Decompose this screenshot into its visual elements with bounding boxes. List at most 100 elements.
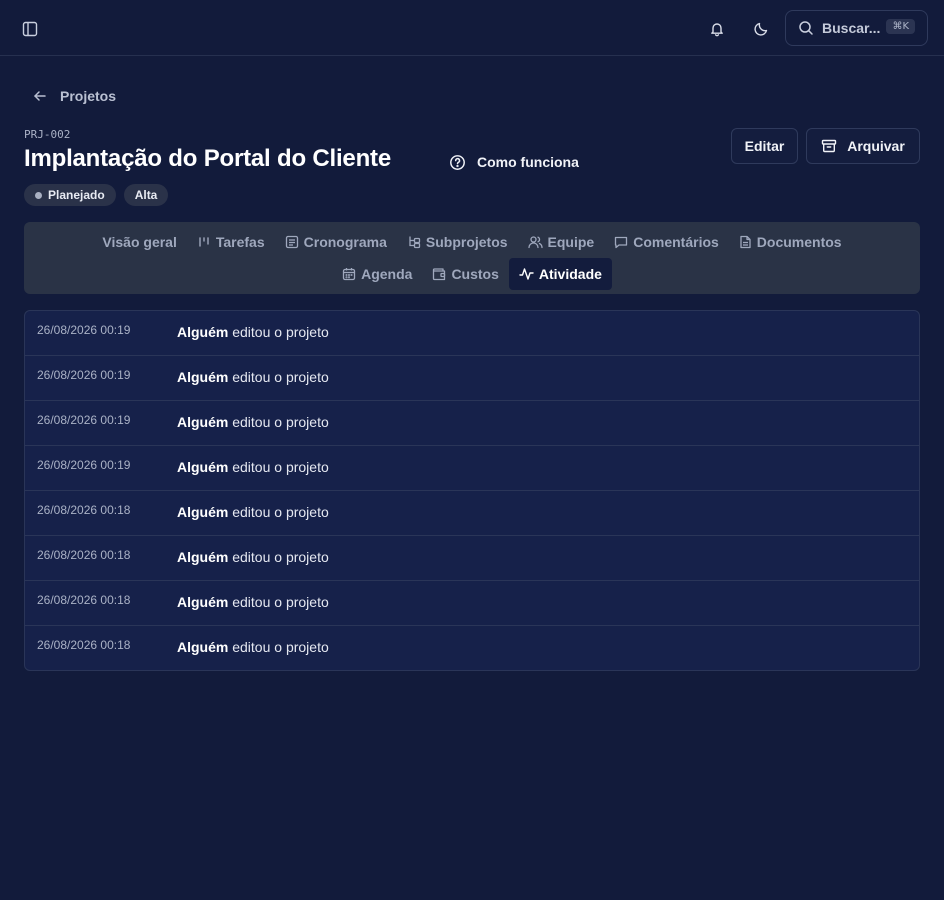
- help-circle-icon: [449, 154, 466, 171]
- moon-icon[interactable]: [749, 17, 773, 41]
- sidebar-toggle-icon[interactable]: [18, 17, 42, 41]
- activity-text: Alguém editou o projeto: [177, 324, 329, 340]
- project-code: PRJ-002: [24, 128, 71, 141]
- tab-label: Custos: [451, 266, 499, 282]
- activity-time: 26/08/2026 00:19: [37, 458, 131, 472]
- activity-time: 26/08/2026 00:18: [37, 503, 131, 517]
- activity-icon: [519, 267, 534, 281]
- activity-time: 26/08/2026 00:18: [37, 548, 131, 562]
- tab-label: Atividade: [538, 266, 602, 282]
- tab-label: Equipe: [547, 234, 595, 250]
- project-tabs: Visão geral Tarefas Cronograma Subprojet…: [24, 222, 920, 294]
- tab-custos[interactable]: Custos: [422, 258, 508, 290]
- status-badge: Planejado: [24, 184, 116, 206]
- list-item: 26/08/2026 00:18 Alguém editou o projeto: [25, 581, 919, 626]
- priority-badge: Alta: [123, 184, 169, 206]
- priority-badge-label: Alta: [134, 188, 158, 202]
- activity-action: editou o projeto: [232, 504, 329, 520]
- activity-text: Alguém editou o projeto: [177, 414, 329, 430]
- activity-actor: Alguém: [177, 459, 229, 475]
- page-title: Implantação do Portal do Cliente: [24, 145, 391, 172]
- tab-equipe[interactable]: Equipe: [518, 226, 605, 258]
- edit-button[interactable]: Editar: [731, 128, 798, 164]
- kanban-icon: [197, 235, 211, 249]
- search-shortcut: ⌘K: [886, 19, 915, 34]
- tab-label: Agenda: [361, 266, 413, 282]
- tab-cronograma[interactable]: Cronograma: [275, 226, 397, 258]
- back-to-projects-link[interactable]: Projetos: [32, 86, 116, 106]
- list-item: 26/08/2026 00:18 Alguém editou o projeto: [25, 626, 919, 670]
- wallet-icon: [432, 267, 446, 281]
- tab-label: Comentários: [633, 234, 719, 250]
- activity-time: 26/08/2026 00:19: [37, 368, 131, 382]
- how-it-works-button[interactable]: Como funciona: [449, 151, 579, 173]
- back-link-label: Projetos: [60, 88, 117, 104]
- activity-actor: Alguém: [177, 639, 229, 655]
- tab-atividade[interactable]: Atividade: [508, 258, 612, 290]
- users-icon: [527, 235, 543, 249]
- activity-actor: Alguém: [177, 369, 229, 385]
- list-item: 26/08/2026 00:18 Alguém editou o projeto: [25, 536, 919, 581]
- tab-subprojetos[interactable]: Subprojetos: [397, 226, 518, 258]
- chat-icon: [614, 235, 628, 249]
- activity-action: editou o projeto: [232, 549, 329, 565]
- bell-icon[interactable]: [705, 17, 729, 41]
- activity-actor: Alguém: [177, 504, 229, 520]
- activity-text: Alguém editou o projeto: [177, 369, 329, 385]
- tab-visao-geral[interactable]: Visão geral: [92, 226, 186, 258]
- how-it-works-label: Como funciona: [477, 154, 579, 170]
- archive-button-label: Arquivar: [847, 138, 905, 154]
- activity-time: 26/08/2026 00:18: [37, 638, 131, 652]
- activity-action: editou o projeto: [232, 459, 329, 475]
- tab-comentarios[interactable]: Comentários: [604, 226, 729, 258]
- activity-action: editou o projeto: [232, 414, 329, 430]
- activity-time: 26/08/2026 00:19: [37, 413, 131, 427]
- activity-time: 26/08/2026 00:19: [37, 323, 131, 337]
- tab-label: Tarefas: [215, 234, 265, 250]
- activity-action: editou o projeto: [232, 594, 329, 610]
- activity-text: Alguém editou o projeto: [177, 459, 329, 475]
- tab-label: Documentos: [756, 234, 842, 250]
- list-item: 26/08/2026 00:19 Alguém editou o projeto: [25, 311, 919, 356]
- activity-text: Alguém editou o projeto: [177, 549, 329, 565]
- tab-label: Visão geral: [102, 234, 177, 250]
- top-bar: Buscar... ⌘K: [0, 0, 944, 56]
- activity-actor: Alguém: [177, 594, 229, 610]
- status-dot-icon: [35, 191, 42, 199]
- calendar-icon: [342, 267, 356, 281]
- tab-label: Subprojetos: [425, 234, 508, 250]
- tab-row-2: Agenda Custos Atividade: [24, 258, 920, 290]
- activity-action: editou o projeto: [232, 639, 329, 655]
- list-item: 26/08/2026 00:19 Alguém editou o projeto: [25, 446, 919, 491]
- tab-label: Cronograma: [303, 234, 387, 250]
- activity-actor: Alguém: [177, 414, 229, 430]
- activity-time: 26/08/2026 00:18: [37, 593, 131, 607]
- activity-action: editou o projeto: [232, 324, 329, 340]
- list-item: 26/08/2026 00:19 Alguém editou o projeto: [25, 356, 919, 401]
- activity-text: Alguém editou o projeto: [177, 639, 329, 655]
- search-placeholder: Buscar...: [822, 20, 881, 36]
- tab-tarefas[interactable]: Tarefas: [187, 226, 275, 258]
- activity-list: 26/08/2026 00:19 Alguém editou o projeto…: [24, 310, 920, 671]
- activity-text: Alguém editou o projeto: [177, 594, 329, 610]
- badges: Planejado Alta: [24, 184, 169, 206]
- edit-button-label: Editar: [744, 138, 785, 154]
- archive-icon: [821, 138, 837, 154]
- arrow-left-icon: [32, 88, 48, 104]
- activity-actor: Alguém: [177, 324, 229, 340]
- activity-action: editou o projeto: [232, 369, 329, 385]
- activity-text: Alguém editou o projeto: [177, 504, 329, 520]
- status-badge-label: Planejado: [48, 188, 105, 202]
- search-icon: [798, 20, 814, 36]
- search-input[interactable]: Buscar... ⌘K: [785, 10, 928, 46]
- list-item: 26/08/2026 00:19 Alguém editou o projeto: [25, 401, 919, 446]
- file-icon: [739, 235, 752, 249]
- tab-row-1: Visão geral Tarefas Cronograma Subprojet…: [24, 226, 920, 258]
- tab-documentos[interactable]: Documentos: [729, 226, 852, 258]
- tree-icon: [407, 235, 421, 249]
- list-item: 26/08/2026 00:18 Alguém editou o projeto: [25, 491, 919, 536]
- list-icon: [285, 235, 299, 249]
- archive-button[interactable]: Arquivar: [806, 128, 920, 164]
- activity-actor: Alguém: [177, 549, 229, 565]
- tab-agenda[interactable]: Agenda: [332, 258, 422, 290]
